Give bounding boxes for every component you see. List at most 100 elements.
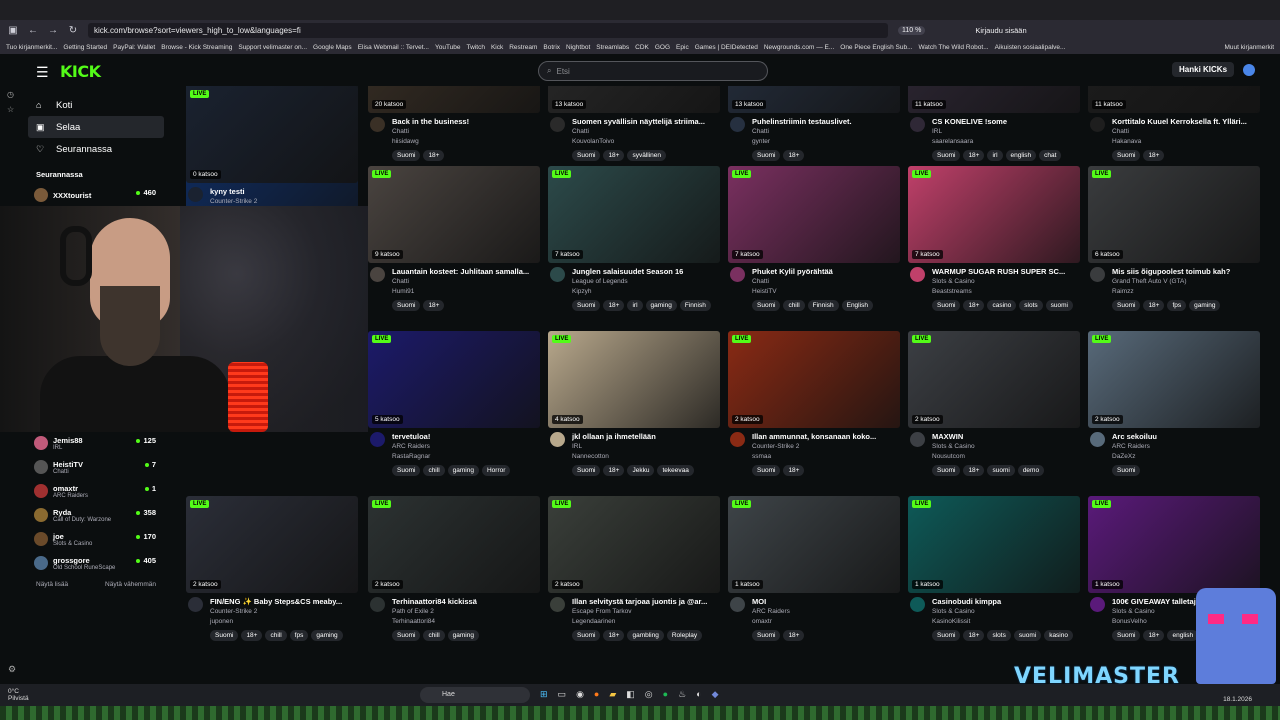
channel-avatar[interactable] [370,432,385,447]
tag-chip[interactable]: Suomi [752,300,781,311]
stream-title[interactable]: MOI [752,597,897,606]
tag-chip[interactable]: chill [423,630,445,641]
followed-channel[interactable]: grossgore Old School RuneScape 405 [28,551,164,575]
channel-avatar[interactable] [1090,597,1105,612]
tag-chip[interactable]: gaming [447,630,479,641]
stream-category[interactable]: ARC Raiders [392,443,430,450]
steam-icon[interactable]: ♨ [678,689,686,700]
stream-card[interactable]: LIVE 2 katsoo FIN/ENG ✨ Baby Steps&CS meab… [186,496,358,653]
other-bookmarks[interactable]: Muut kirjanmerkit [1225,44,1274,51]
stream-category[interactable]: Counter-Strike 2 [210,198,257,205]
forward-icon[interactable]: → [46,25,60,36]
channel-avatar[interactable] [370,597,385,612]
stream-card[interactable]: LIVE 7 katsoo WARMUP SUGAR RUSH SUPER SC..… [908,166,1080,323]
tag-chip[interactable]: Suomi [932,150,961,161]
tag-chip[interactable]: Suomi [752,150,781,161]
tag-chip[interactable]: kasino [1044,630,1073,641]
url-bar[interactable]: kick.com/browse?sort=viewers_high_to_low… [88,22,888,38]
store-icon[interactable]: ◧ [626,689,635,700]
stream-channel[interactable]: RastaRagnar [392,453,430,460]
tag-chip[interactable]: casino [987,300,1017,311]
tag-chip[interactable]: Jekku [627,465,655,476]
stream-card[interactable]: LIVE20 katsoo Back in the business! Chatti… [368,86,540,173]
tag-chip[interactable]: gambling [627,630,664,641]
tag-chip[interactable]: gaming [311,630,343,641]
stream-card[interactable]: LIVE 1 katsoo MOI ARC Raiders omaxtr Suomi 18+ [728,496,900,653]
bookmark-item[interactable]: Browse - Kick Streaming [161,44,232,51]
tag-chip[interactable]: Suomi [932,630,961,641]
stream-channel[interactable]: Humi91 [392,288,414,295]
stream-thumbnail[interactable]: LIVE20 katsoo [368,86,540,113]
stream-channel[interactable]: saarelansaara [932,138,973,145]
stream-channel[interactable]: KasinoKilissit [932,618,970,625]
tag-chip[interactable]: 18+ [1143,150,1165,161]
tag-chip[interactable]: irl [627,300,643,311]
tag-chip[interactable]: Horror [481,465,511,476]
bookmark-item[interactable]: Watch The Wild Robot... [919,44,989,51]
tag-chip[interactable]: Suomi [210,630,239,641]
stream-title[interactable]: Mis siis õigupoolest toimub kah? [1112,267,1257,276]
stream-category[interactable]: IRL [932,128,942,135]
stream-category[interactable]: Grand Theft Auto V (GTA) [1112,278,1187,285]
stream-thumbnail[interactable]: LIVE 7 katsoo [728,166,900,263]
followed-channel[interactable]: Jemis88 IRL 125 [28,431,164,455]
stream-card[interactable]: LIVE 2 katsoo Illan selvitystä tarjoaa juo… [548,496,720,653]
tag-chip[interactable]: suomi [1013,630,1042,641]
channel-avatar[interactable] [730,597,745,612]
bookmark-item[interactable]: GOG [655,44,670,51]
stream-category[interactable]: Counter-Strike 2 [752,443,799,450]
stream-title[interactable]: Illan ammunnat, konsanaan koko... [752,432,897,441]
tag-chip[interactable]: Suomi [392,630,421,641]
stream-title[interactable]: Puhelinstriimin testauslivet. [752,117,897,126]
tag-chip[interactable]: Suomi [752,465,781,476]
stream-title[interactable]: Phuket Kylil pyörähtää [752,267,897,276]
tag-chip[interactable]: 18+ [603,465,625,476]
channel-avatar[interactable] [910,597,925,612]
channel-avatar[interactable] [370,267,385,282]
stream-card[interactable]: LIVE 2 katsoo Terhinaattori84 kickissä Path… [368,496,540,653]
stream-title[interactable]: MAXWIN [932,432,1077,441]
tag-chip[interactable]: irl [987,150,1003,161]
bookmark-item[interactable]: Aikuisten sosiaalipalve... [995,44,1066,51]
tag-chip[interactable]: Suomi [392,465,421,476]
chrome-icon[interactable]: ◎ [645,689,653,700]
stream-category[interactable]: ARC Raiders [752,608,790,615]
weather-widget[interactable]: 0°C Pilvistä [8,688,29,702]
tag-chip[interactable]: tekeevaa [657,465,694,476]
back-icon[interactable]: ← [26,25,40,36]
sidebar-toggle-icon[interactable]: ▣ [6,25,20,36]
stream-thumbnail[interactable]: LIVE 5 katsoo [368,331,540,428]
stream-category[interactable]: Slots & Casino [932,608,975,615]
channel-avatar[interactable] [550,432,565,447]
stream-card[interactable]: LIVE13 katsooPuhelinstriimin testauslive… [728,86,900,173]
tag-chip[interactable]: Suomi [572,300,601,311]
stream-channel[interactable]: hiisidawg [392,138,419,145]
stream-category[interactable]: Slots & Casino [932,278,975,285]
followed-channel[interactable]: joe Slots & Casino 170 [28,527,164,551]
channel-avatar[interactable] [1090,267,1105,282]
bookmark-item[interactable]: Streamlabs [596,44,629,51]
stream-thumbnail[interactable]: LIVE 0 katsoo [186,86,358,183]
channel-avatar[interactable] [550,597,565,612]
tag-chip[interactable]: 18+ [783,150,805,161]
bookmark-item[interactable]: Games | DEIDetected [695,44,758,51]
tag-chip[interactable]: gaming [645,300,677,311]
sign-in-link[interactable]: Kirjaudu sisään [975,26,1026,35]
start-icon[interactable]: ⊞ [540,689,548,700]
tag-chip[interactable]: gaming [1189,300,1221,311]
stream-title[interactable]: FIN/ENG ✨ Baby Steps&CS meaby... [210,597,355,606]
stream-category[interactable]: Chatti [572,128,589,135]
stream-channel[interactable]: ssmaa [752,453,771,460]
tag-chip[interactable]: Suomi [932,465,961,476]
stream-thumbnail[interactable]: LIVE 6 katsoo [1088,166,1260,263]
tag-chip[interactable]: Finnish [679,300,711,311]
stream-thumbnail[interactable]: LIVE 1 katsoo [728,496,900,593]
menu-icon[interactable]: ☰ [36,64,49,81]
stream-thumbnail[interactable]: LIVE 2 katsoo [728,331,900,428]
stream-title[interactable]: Suomen syvällisin näyttelijä striima... [572,117,717,126]
bookmark-item[interactable]: Elisa Webmail :: Tervet... [358,44,429,51]
tag-chip[interactable]: 18+ [603,300,625,311]
tag-chip[interactable]: Suomi [572,150,601,161]
stream-thumbnail[interactable]: LIVE 7 katsoo [548,166,720,263]
rail-icon[interactable]: ◷ [7,90,24,99]
